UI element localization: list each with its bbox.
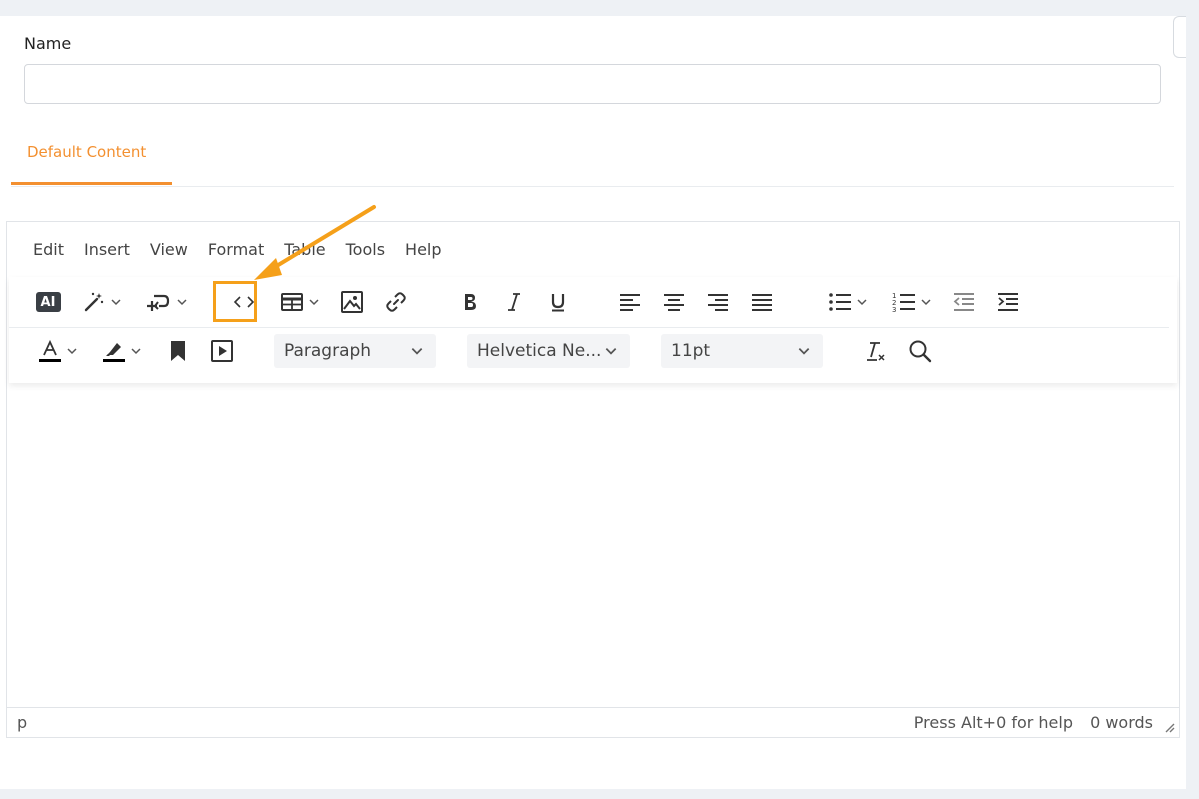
chevron-down-icon xyxy=(605,348,617,355)
side-panel-tab[interactable] xyxy=(1173,16,1186,58)
bookmark-button[interactable] xyxy=(163,334,193,368)
element-path[interactable]: p xyxy=(17,713,27,732)
editor-toolbar: AI 1 2 3 Paragraph Helvetica Ne... 11pt xyxy=(9,277,1177,383)
outdent-button[interactable] xyxy=(949,285,979,319)
table-button[interactable] xyxy=(275,285,325,319)
font-family-value: Helvetica Ne... xyxy=(477,341,602,361)
name-input[interactable] xyxy=(24,64,1161,104)
chevron-down-icon xyxy=(111,299,121,306)
insert-template-button[interactable] xyxy=(141,285,193,319)
underline-icon xyxy=(551,294,565,312)
bookmark-icon xyxy=(171,341,185,361)
chevron-down-icon xyxy=(411,348,423,355)
outdent-icon xyxy=(953,293,974,311)
indent-icon xyxy=(998,293,1018,311)
editor-statusbar: p Press Alt+0 for help 0 words xyxy=(7,707,1179,737)
magic-wand-button[interactable] xyxy=(77,285,127,319)
underline-button[interactable] xyxy=(543,285,573,319)
align-center-icon xyxy=(664,294,684,311)
chevron-down-icon xyxy=(67,348,77,355)
image-button[interactable] xyxy=(337,285,367,319)
menu-format[interactable]: Format xyxy=(198,234,274,268)
toolbar-divider xyxy=(9,327,1169,328)
highlight-color-icon xyxy=(103,343,125,362)
tab-default-content[interactable]: Default Content xyxy=(11,124,172,185)
search-button[interactable] xyxy=(905,334,935,368)
align-right-icon xyxy=(708,294,728,311)
chevron-down-icon xyxy=(798,348,810,355)
text-color-icon xyxy=(39,339,61,362)
block-format-value: Paragraph xyxy=(284,341,372,361)
font-size-value: 11pt xyxy=(671,341,711,361)
chevron-down-icon xyxy=(921,299,931,306)
chevron-down-icon xyxy=(131,348,141,355)
media-icon xyxy=(211,340,233,362)
rich-text-editor: Edit Insert View Format Table Tools Help… xyxy=(6,221,1180,738)
italic-button[interactable] xyxy=(499,285,529,319)
align-left-button[interactable] xyxy=(615,285,645,319)
svg-text:3: 3 xyxy=(892,306,896,313)
clear-formatting-button[interactable] xyxy=(861,334,891,368)
source-code-button[interactable] xyxy=(227,285,261,319)
bullet-list-button[interactable] xyxy=(821,285,875,319)
align-justify-button[interactable] xyxy=(747,285,777,319)
table-icon xyxy=(281,293,303,311)
menu-edit[interactable]: Edit xyxy=(23,234,74,268)
italic-icon xyxy=(508,293,520,311)
align-left-icon xyxy=(620,294,640,311)
insert-template-icon xyxy=(147,294,170,311)
image-icon xyxy=(341,291,363,313)
highlight-color-button[interactable] xyxy=(95,334,149,368)
align-center-button[interactable] xyxy=(659,285,689,319)
ai-button[interactable]: AI xyxy=(33,285,63,319)
menu-view[interactable]: View xyxy=(140,234,198,268)
tab-bar: Default Content xyxy=(11,124,1174,187)
bold-icon xyxy=(465,294,476,310)
block-format-select[interactable]: Paragraph xyxy=(274,334,436,368)
menu-table[interactable]: Table xyxy=(274,234,335,268)
numbered-list-button[interactable]: 1 2 3 xyxy=(885,285,939,319)
align-right-button[interactable] xyxy=(703,285,733,319)
font-size-select[interactable]: 11pt xyxy=(661,334,823,368)
chevron-down-icon xyxy=(309,299,319,306)
editor-menubar: Edit Insert View Format Table Tools Help xyxy=(7,234,452,268)
ai-icon: AI xyxy=(35,292,61,312)
form-card: Name Default Content Edit Insert View Fo… xyxy=(0,16,1186,789)
media-button[interactable] xyxy=(207,334,237,368)
indent-button[interactable] xyxy=(993,285,1023,319)
align-justify-icon xyxy=(752,294,772,311)
numbered-list-icon: 1 2 3 xyxy=(892,292,915,313)
bold-button[interactable] xyxy=(455,285,485,319)
resize-handle-icon[interactable] xyxy=(1163,721,1175,733)
editor-content-area[interactable] xyxy=(7,385,1179,707)
menu-help[interactable]: Help xyxy=(395,234,451,268)
word-count[interactable]: 0 words xyxy=(1090,713,1153,732)
text-color-button[interactable] xyxy=(31,334,85,368)
search-icon xyxy=(909,340,932,363)
chevron-down-icon xyxy=(857,299,867,306)
source-code-icon xyxy=(233,296,255,308)
chevron-down-icon xyxy=(177,299,187,306)
link-button[interactable] xyxy=(381,285,411,319)
help-shortcut-text: Press Alt+0 for help xyxy=(913,713,1073,732)
menu-insert[interactable]: Insert xyxy=(74,234,140,268)
name-label: Name xyxy=(24,34,72,53)
magic-wand-icon xyxy=(84,292,104,312)
bullet-list-icon xyxy=(829,293,851,311)
menu-tools[interactable]: Tools xyxy=(336,234,395,268)
clear-formatting-icon xyxy=(867,342,885,361)
link-icon xyxy=(386,292,406,312)
font-family-select[interactable]: Helvetica Ne... xyxy=(467,334,630,368)
